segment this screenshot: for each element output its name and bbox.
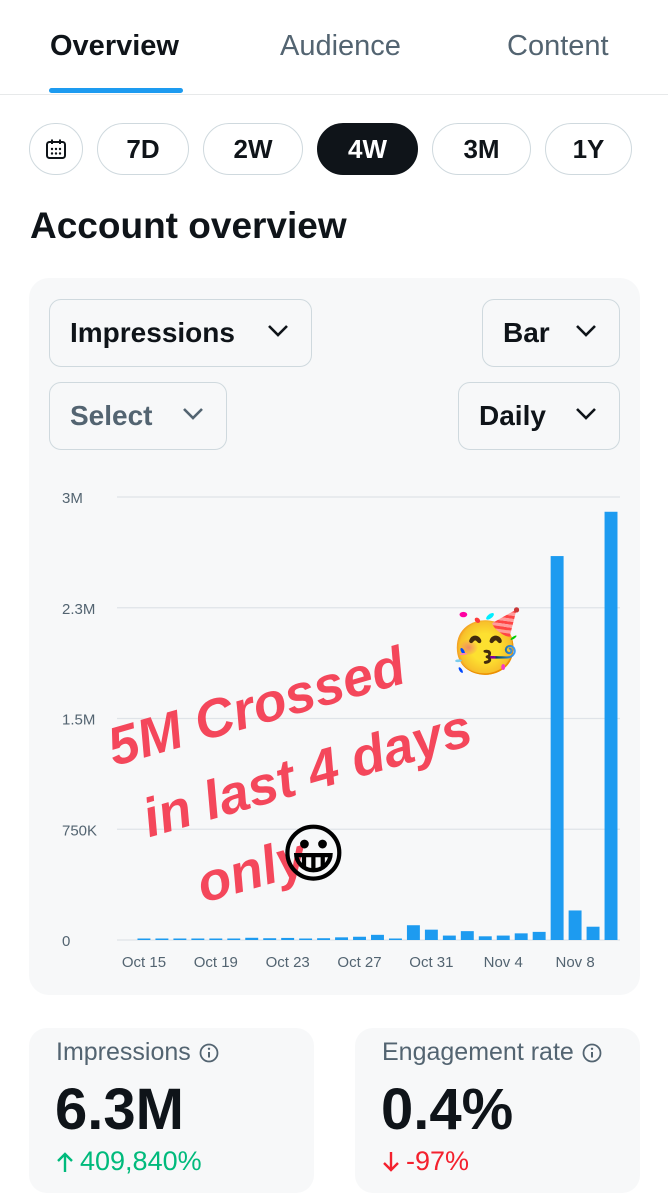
impressions-change: 409,840% [56, 1146, 202, 1177]
bar-nov-1[interactable] [442, 935, 456, 940]
x-tick-label: Oct 19 [194, 954, 238, 971]
engagement-label: Engagement rate [382, 1038, 574, 1066]
y-tick-label: 3M [62, 490, 83, 507]
bar-oct-26[interactable] [335, 937, 349, 940]
chart-card: Impressions Bar Select Daily 0 750K 1.5M 2.… [29, 278, 640, 995]
impressions-metric-card[interactable]: Impressions 6.3M 409,840% [29, 1028, 314, 1193]
bar-oct-25[interactable] [317, 938, 331, 940]
range-7d-button[interactable]: 7D [97, 123, 189, 175]
engagement-metric-card[interactable]: Engagement rate 0.4% -97% [355, 1028, 640, 1193]
bar-oct-20[interactable] [227, 938, 241, 941]
tab-content[interactable]: Content [507, 30, 609, 63]
bar-oct-23[interactable] [281, 937, 295, 940]
range-2w-button[interactable]: 2W [203, 123, 303, 175]
bar-oct-30[interactable] [406, 925, 420, 940]
bar-oct-28[interactable] [371, 934, 384, 940]
x-tick-label: Nov 4 [484, 954, 523, 971]
engagement-change-value: -97% [406, 1146, 470, 1176]
bar-nov-2[interactable] [460, 931, 474, 940]
arrow-down-icon [383, 1151, 399, 1172]
x-tick-label: Oct 23 [266, 954, 310, 971]
impressions-bar-chart: 0 750K 1.5M 2.3M 3M Oct 15 Oct 19 Oct 23 Oct 27 O… [62, 490, 620, 971]
impressions-label: Impressions [56, 1038, 191, 1066]
y-tick-label: 0 [62, 933, 70, 950]
bar-nov-7[interactable] [550, 556, 564, 940]
tab-audience[interactable]: Audience [280, 30, 401, 63]
bar-nov-6[interactable] [532, 931, 546, 940]
bar-oct-27[interactable] [353, 936, 366, 940]
bar-oct-21[interactable] [245, 937, 259, 940]
y-tick-label: 1.5M [62, 712, 95, 729]
bar-nov-9[interactable] [586, 926, 600, 940]
calendar-button[interactable] [29, 123, 83, 175]
info-icon[interactable] [582, 1043, 602, 1063]
bar-nov-4[interactable] [496, 935, 510, 940]
x-tick-label: Oct 27 [337, 954, 381, 971]
impressions-change-value: 409,840% [80, 1146, 202, 1176]
info-icon[interactable] [199, 1043, 219, 1063]
metric-label: Impressions [56, 1038, 219, 1067]
arrow-up-icon [57, 1151, 73, 1172]
bar-oct-29[interactable] [388, 938, 402, 941]
engagement-value: 0.4% [381, 1077, 514, 1142]
y-tick-label: 750K [62, 822, 97, 839]
x-tick-label: Oct 31 [409, 954, 453, 971]
bar-oct-22[interactable] [263, 938, 277, 940]
top-tab-bar: Overview Audience Content [0, 0, 668, 95]
bar-oct-31[interactable] [424, 929, 438, 940]
range-4w-button[interactable]: 4W [317, 123, 418, 175]
calendar-icon [46, 139, 66, 159]
bar-oct-18[interactable] [191, 938, 205, 941]
tab-overview[interactable]: Overview [50, 30, 179, 63]
bar-nov-5[interactable] [514, 933, 528, 940]
bar-oct-16[interactable] [155, 938, 169, 941]
range-1y-button[interactable]: 1Y [545, 123, 632, 175]
bar-oct-17[interactable] [173, 938, 187, 941]
active-tab-indicator [49, 88, 183, 93]
range-3m-button[interactable]: 3M [432, 123, 531, 175]
x-tick-label: Oct 15 [122, 954, 166, 971]
bar-oct-15[interactable] [137, 938, 151, 941]
impressions-value: 6.3M [55, 1077, 184, 1142]
bar-nov-3[interactable] [478, 936, 492, 940]
metric-label: Engagement rate [382, 1038, 602, 1067]
bar-oct-19[interactable] [209, 938, 223, 941]
bar-nov-8[interactable] [568, 910, 582, 940]
bar-oct-24[interactable] [299, 938, 313, 941]
engagement-change: -97% [382, 1146, 469, 1177]
x-tick-label: Nov 8 [555, 954, 594, 971]
section-title: Account overview [30, 205, 347, 246]
bar-nov-10[interactable] [604, 511, 618, 940]
y-tick-label: 2.3M [62, 601, 95, 618]
